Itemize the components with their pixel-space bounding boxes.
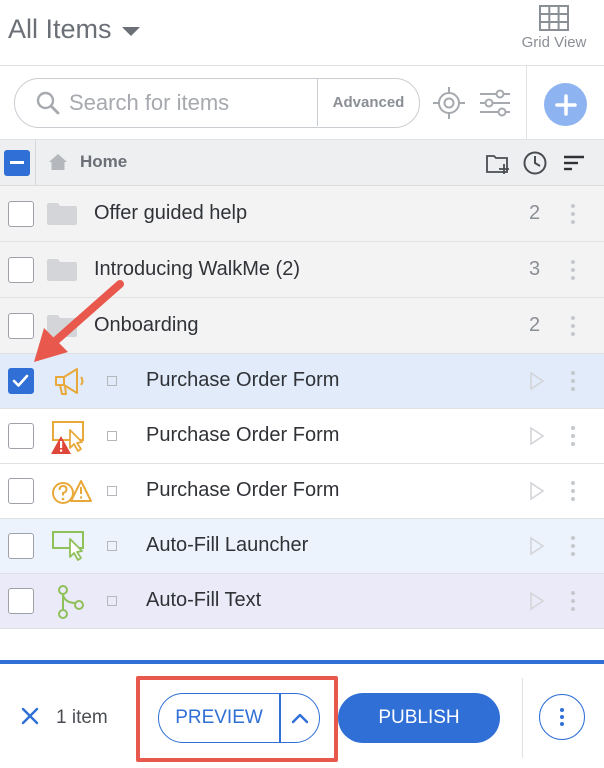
close-icon[interactable] bbox=[20, 706, 40, 726]
item-name: Purchase Order Form bbox=[146, 424, 340, 446]
items-view-dropdown[interactable]: All Items bbox=[8, 14, 140, 45]
breadcrumb-home: Home bbox=[80, 152, 128, 171]
filter-sliders-icon[interactable] bbox=[478, 86, 512, 120]
selection-footer: 1 item PREVIEW PUBLISH bbox=[0, 660, 604, 768]
chevron-up-icon bbox=[291, 713, 308, 724]
folder-count: 2 bbox=[529, 202, 541, 224]
grid-icon bbox=[539, 5, 569, 31]
advanced-search-button[interactable]: Advanced bbox=[317, 79, 419, 126]
selected-count: 1 item bbox=[56, 707, 108, 728]
status-square bbox=[107, 596, 117, 606]
grid-view-label: Grid View bbox=[521, 34, 587, 51]
item-name: Auto-Fill Launcher bbox=[146, 534, 309, 556]
row-menu-icon[interactable] bbox=[566, 201, 580, 227]
folder-icon bbox=[47, 259, 77, 281]
row-menu-icon[interactable] bbox=[566, 423, 580, 449]
row-menu-icon[interactable] bbox=[566, 257, 580, 283]
flow-branch-icon bbox=[58, 585, 84, 619]
folder-icon bbox=[47, 203, 77, 225]
folder-row[interactable]: Introducing WalkMe (2) 3 bbox=[0, 242, 604, 298]
status-square bbox=[107, 541, 117, 551]
question-warning-icon bbox=[52, 480, 92, 504]
new-folder-icon[interactable] bbox=[485, 150, 511, 176]
header-divider bbox=[35, 140, 36, 186]
play-icon[interactable] bbox=[529, 536, 545, 556]
row-checkbox[interactable] bbox=[8, 423, 34, 449]
folder-name: Offer guided help bbox=[94, 202, 248, 224]
megaphone-icon bbox=[55, 368, 84, 395]
folder-count: 3 bbox=[529, 258, 541, 280]
row-checkbox[interactable] bbox=[8, 257, 34, 283]
table-header: Home bbox=[0, 140, 604, 186]
row-checkbox[interactable] bbox=[8, 478, 34, 504]
more-options-button[interactable] bbox=[539, 694, 585, 740]
launcher-icon bbox=[52, 531, 84, 561]
list-item[interactable]: Purchase Order Form bbox=[0, 409, 604, 464]
preview-label: PREVIEW bbox=[175, 707, 263, 728]
clock-icon[interactable] bbox=[522, 150, 548, 176]
page-title: All Items bbox=[8, 14, 112, 44]
list-item[interactable]: Auto-Fill Text bbox=[0, 574, 604, 629]
home-icon bbox=[49, 154, 67, 170]
header: All Items Grid View bbox=[0, 0, 604, 66]
folder-row[interactable]: Offer guided help 2 bbox=[0, 186, 604, 242]
footer-divider bbox=[522, 678, 523, 758]
row-checkbox[interactable] bbox=[8, 533, 34, 559]
search-toolbar: Advanced bbox=[0, 66, 604, 140]
target-icon[interactable] bbox=[432, 86, 466, 120]
row-checkbox[interactable] bbox=[8, 313, 34, 339]
search-box: Advanced bbox=[14, 78, 420, 128]
toolbar-divider bbox=[526, 66, 527, 140]
search-icon bbox=[36, 91, 60, 115]
publish-button[interactable]: PUBLISH bbox=[338, 693, 500, 743]
status-square bbox=[107, 486, 117, 496]
breadcrumb[interactable]: Home bbox=[48, 152, 127, 172]
preview-button[interactable]: PREVIEW bbox=[158, 693, 320, 743]
sort-icon[interactable] bbox=[562, 150, 586, 176]
folder-icon bbox=[47, 315, 77, 337]
grid-view-button[interactable]: Grid View bbox=[514, 4, 594, 51]
warning-launcher-icon bbox=[51, 421, 84, 454]
preview-options-toggle[interactable] bbox=[281, 712, 320, 724]
list-item[interactable]: Purchase Order Form bbox=[0, 464, 604, 519]
folder-name: Onboarding bbox=[94, 314, 199, 336]
row-menu-icon[interactable] bbox=[566, 368, 580, 394]
row-menu-icon[interactable] bbox=[566, 478, 580, 504]
chevron-down-icon bbox=[121, 27, 140, 36]
list-item[interactable]: Auto-Fill Launcher bbox=[0, 519, 604, 574]
row-menu-icon[interactable] bbox=[566, 533, 580, 559]
row-checkbox-checked[interactable] bbox=[8, 368, 34, 394]
play-icon[interactable] bbox=[529, 481, 545, 501]
list-item[interactable]: Purchase Order Form bbox=[0, 354, 604, 409]
status-square bbox=[107, 376, 117, 386]
plus-icon bbox=[554, 93, 577, 116]
folder-name: Introducing WalkMe (2) bbox=[94, 258, 300, 280]
play-icon[interactable] bbox=[529, 371, 545, 391]
play-icon[interactable] bbox=[529, 591, 545, 611]
item-name: Purchase Order Form bbox=[146, 369, 340, 391]
row-menu-icon[interactable] bbox=[566, 313, 580, 339]
item-name: Auto-Fill Text bbox=[146, 589, 262, 611]
row-menu-icon[interactable] bbox=[566, 588, 580, 614]
folder-count: 2 bbox=[529, 314, 541, 336]
select-all-checkbox[interactable] bbox=[4, 150, 30, 176]
search-input[interactable] bbox=[69, 90, 309, 116]
folder-row[interactable]: Onboarding 2 bbox=[0, 298, 604, 354]
row-checkbox[interactable] bbox=[8, 588, 34, 614]
add-item-button[interactable] bbox=[544, 83, 587, 126]
status-square bbox=[107, 431, 117, 441]
play-icon[interactable] bbox=[529, 426, 545, 446]
checkmark-icon bbox=[12, 374, 29, 387]
row-checkbox[interactable] bbox=[8, 201, 34, 227]
item-name: Purchase Order Form bbox=[146, 479, 340, 501]
